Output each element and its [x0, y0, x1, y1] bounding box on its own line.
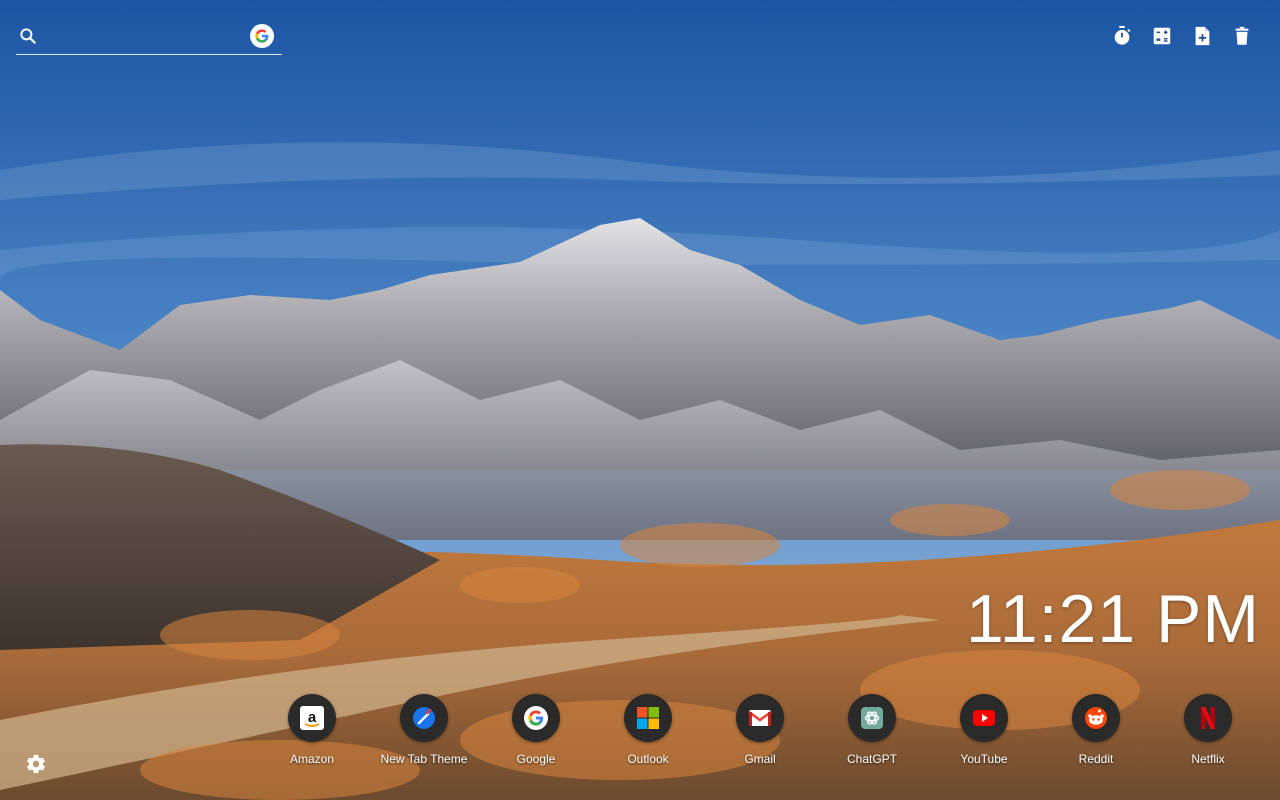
- add-note-icon[interactable]: [1190, 24, 1214, 48]
- shortcut-label: Amazon: [289, 752, 335, 766]
- toolbar: [1110, 24, 1254, 48]
- stopwatch-icon[interactable]: [1110, 24, 1134, 48]
- google-g-icon[interactable]: [250, 24, 274, 48]
- svg-text:a: a: [308, 709, 317, 726]
- amazon-icon: a: [288, 694, 336, 742]
- clock-time: 11:21 PM: [965, 581, 1260, 657]
- shortcut-outlook[interactable]: Outlook: [592, 694, 704, 766]
- gear-icon[interactable]: [25, 753, 47, 775]
- chatgpt-icon: [848, 694, 896, 742]
- shortcut-netflix[interactable]: Netflix: [1152, 694, 1264, 766]
- shortcut-bar: a Amazon New Tab Theme Google Outlook Gm…: [256, 694, 1280, 766]
- shortcut-label: Netflix: [1191, 752, 1225, 766]
- reddit-icon: [1072, 694, 1120, 742]
- new-tab-page: 11:21 PM a Amazon New Tab Theme Google O…: [0, 0, 1280, 800]
- shortcut-label: Gmail: [744, 752, 776, 766]
- calculator-icon[interactable]: [1150, 24, 1174, 48]
- shortcut-reddit[interactable]: Reddit: [1040, 694, 1152, 766]
- shortcut-label: Outlook: [627, 752, 669, 766]
- shortcut-label: Reddit: [1078, 752, 1114, 766]
- gmail-icon: [736, 694, 784, 742]
- microsoft-icon: [624, 694, 672, 742]
- search-bar: [16, 20, 282, 55]
- shortcut-new-tab-theme[interactable]: New Tab Theme: [368, 694, 480, 766]
- shortcut-label: Google: [516, 752, 556, 766]
- shortcut-youtube[interactable]: YouTube: [928, 694, 1040, 766]
- shortcut-label: YouTube: [960, 752, 1008, 766]
- shortcut-label: New Tab Theme: [380, 752, 468, 766]
- search-icon[interactable]: [18, 26, 38, 46]
- shortcut-label: ChatGPT: [846, 752, 897, 766]
- trash-icon[interactable]: [1230, 24, 1254, 48]
- shortcut-chatgpt[interactable]: ChatGPT: [816, 694, 928, 766]
- new-tab-theme-icon: [400, 694, 448, 742]
- netflix-icon: [1184, 694, 1232, 742]
- shortcut-amazon[interactable]: a Amazon: [256, 694, 368, 766]
- shortcut-google[interactable]: Google: [480, 694, 592, 766]
- google-icon: [512, 694, 560, 742]
- wallpaper-background: [0, 0, 1280, 800]
- search-input[interactable]: [50, 24, 250, 50]
- shortcut-gmail[interactable]: Gmail: [704, 694, 816, 766]
- youtube-icon: [960, 694, 1008, 742]
